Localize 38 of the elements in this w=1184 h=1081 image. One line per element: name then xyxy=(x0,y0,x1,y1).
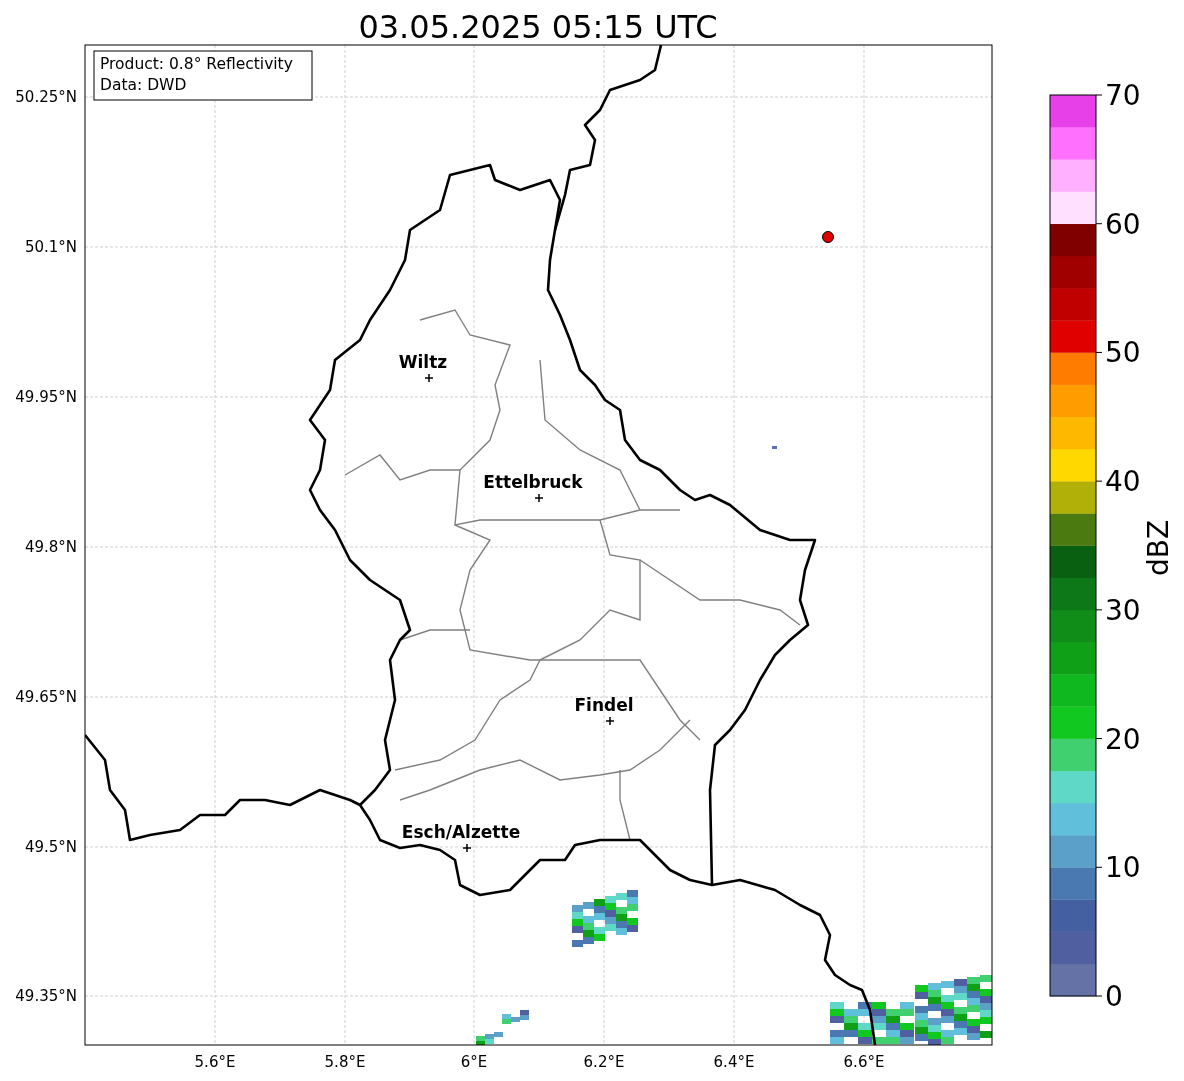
radar-echo-patch xyxy=(772,446,777,449)
radar-echo-patch xyxy=(476,1032,503,1045)
city-marker-icon xyxy=(462,843,472,853)
tick-label: 49.35°N xyxy=(15,987,77,1005)
tick-label: 6.6°E xyxy=(843,1053,885,1071)
colorbar-tick-label: 20 xyxy=(1105,722,1141,756)
tick-label: 6°E xyxy=(460,1053,488,1071)
city-label: Ettelbruck xyxy=(483,472,583,492)
tick-label: 5.6°E xyxy=(194,1053,236,1071)
colorbar-tick-label: 50 xyxy=(1105,336,1141,370)
city-label: Wiltz xyxy=(398,352,448,372)
radar-echo-patch xyxy=(572,890,638,947)
city-marker-icon xyxy=(424,373,434,383)
chart-title: 03.05.2025 05:15 UTC xyxy=(358,8,718,46)
colorbar-tick-label: 70 xyxy=(1105,79,1141,112)
tick-label: 49.8°N xyxy=(24,538,77,556)
colorbar-tick-label: 40 xyxy=(1105,465,1141,499)
city-marker-icon xyxy=(534,493,544,503)
colorbar-tick-label: 0 xyxy=(1105,980,1123,1013)
tick-label: 49.65°N xyxy=(15,688,77,706)
radar-site-marker xyxy=(822,231,834,243)
tick-label: 6.2°E xyxy=(583,1053,625,1071)
tick-label: 49.95°N xyxy=(15,388,77,406)
tick-label: 5.8°E xyxy=(324,1053,366,1071)
colorbar-tick-label: 60 xyxy=(1105,207,1141,241)
city-label: Esch/Alzette xyxy=(401,822,521,842)
tick-label: 50.1°N xyxy=(24,238,77,256)
info-text: Data: DWD xyxy=(100,76,187,94)
info-text: Product: 0.8° Reflectivity xyxy=(100,55,293,73)
colorbar-label: dBZ xyxy=(1142,519,1175,577)
tick-label: 6.4°E xyxy=(713,1053,755,1071)
city-label: Findel xyxy=(574,695,634,715)
colorbar-tick-label: 10 xyxy=(1105,851,1141,885)
city-marker-icon xyxy=(605,716,615,726)
radar-echo-patch xyxy=(502,1010,529,1024)
tick-label: 50.25°N xyxy=(15,88,77,106)
tick-label: 49.5°N xyxy=(24,838,77,856)
colorbar-tick-label: 30 xyxy=(1105,593,1141,627)
